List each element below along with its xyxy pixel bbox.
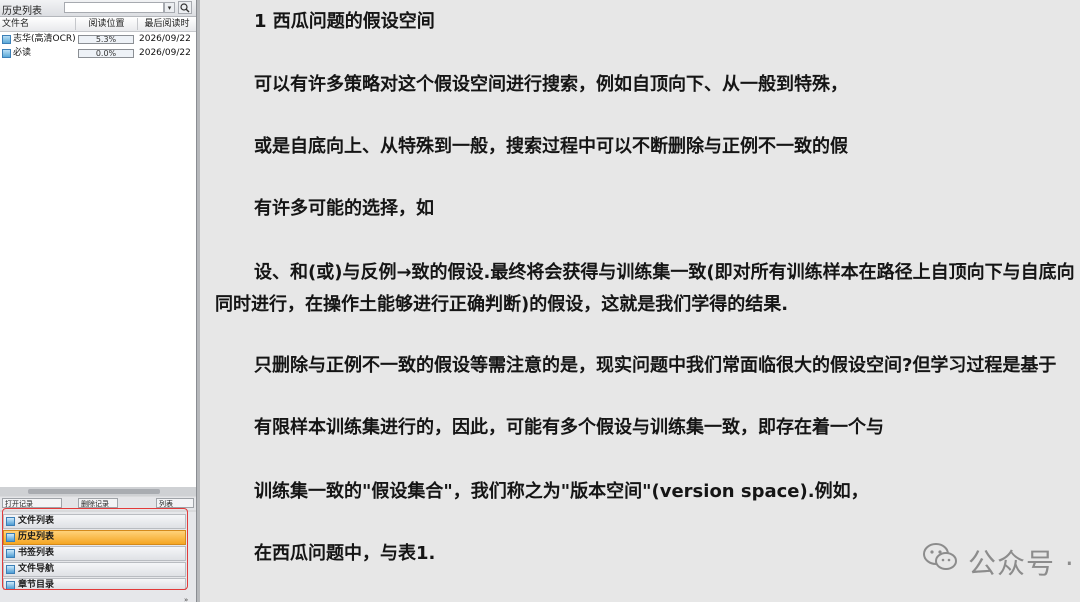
nav-item-label: 书签列表 <box>18 548 55 558</box>
text-line: 1 西瓜问题的假设空间 <box>254 11 435 32</box>
open-records-button[interactable]: 打开记录 <box>2 498 62 508</box>
list-item[interactable]: 必读 0.0% 2026/09/22 <box>0 47 196 60</box>
column-header-filename[interactable]: 文件名 <box>2 18 76 30</box>
scrollbar-thumb[interactable] <box>28 489 160 494</box>
nav-item-label: 文件列表 <box>18 516 55 526</box>
list-button[interactable]: 列表 <box>156 498 194 508</box>
reading-progress: 0.0% <box>78 49 134 58</box>
text-line: 训练集一致的"假设集合"，我们称之为"版本空间"(version space).… <box>254 481 869 502</box>
nav-item-bookmark-list[interactable]: 书签列表 <box>3 546 186 561</box>
nav-item-label: 历史列表 <box>18 532 55 542</box>
search-input[interactable] <box>64 2 164 13</box>
reading-area[interactable]: 1 西瓜问题的假设空间 可以有许多策略对这个假设空间进行搜索，例如自顶向下、从一… <box>197 0 1080 602</box>
book-icon <box>2 49 11 58</box>
more-chevron-icon[interactable]: » <box>184 596 188 604</box>
column-header-last-read[interactable]: 最后阅读时 <box>138 18 196 30</box>
text-line: 可以有许多策略对这个假设空间进行搜索，例如自顶向下、从一般到特殊， <box>254 74 848 95</box>
reading-progress: 5.3% <box>78 35 134 44</box>
horizontal-scrollbar[interactable] <box>0 487 196 496</box>
nav-item-chapter-toc[interactable]: 章节目录 <box>3 578 186 590</box>
panel-title: 历史列表 <box>2 6 42 17</box>
list-item-name: 志华(高清OCR) <box>13 34 75 44</box>
file-list-icon <box>6 517 15 526</box>
text-line: 只删除与正例不一致的假设等需注意的是，现实问题中我们常面临很大的假设空间?但学习… <box>254 355 1057 376</box>
nav-item-label: 文件导航 <box>18 564 55 574</box>
toc-icon <box>6 581 15 589</box>
folder-icon <box>6 565 15 574</box>
navigation-tabs: 文件列表 历史列表 书签列表 文件导航 章节目录 <box>0 512 196 602</box>
text-line: 或是自底向上、从特殊到一般，搜索过程中可以不断删除与正例不一致的假 <box>254 136 848 157</box>
watermark-text: 公众号 · 生产力攻略 <box>968 547 1080 580</box>
text-line: 在西瓜问题中，与表1. <box>254 543 436 564</box>
text-line: 有许多可能的选择，如 <box>254 198 434 219</box>
nav-item-file-list[interactable]: 文件列表 <box>3 514 186 529</box>
list-item-name: 必读 <box>13 48 32 58</box>
magnifier-icon[interactable] <box>178 1 192 14</box>
nav-item-file-navigation[interactable]: 文件导航 <box>3 562 186 577</box>
nav-item-history-list[interactable]: 历史列表 <box>3 530 186 545</box>
panel-toolbar: 打开记录 删除记录 列表 <box>0 497 196 510</box>
delete-records-button[interactable]: 删除记录 <box>78 498 118 508</box>
list-item-last-read: 2026/09/22 <box>139 34 191 44</box>
bookmark-icon <box>6 549 15 558</box>
book-icon <box>2 35 11 44</box>
search-dropdown-icon[interactable]: ▾ <box>164 2 175 13</box>
history-list: 志华(高清OCR) 5.3% 2026/09/22 必读 0.0% 2026/0… <box>0 32 196 487</box>
text-line: 设、和(或)与反例→致的假设.最终将会获得与训练集一致(即对所有训练样本在路径上… <box>254 262 1075 283</box>
list-item-last-read: 2026/09/22 <box>139 48 191 58</box>
column-header-position[interactable]: 阅读位置 <box>76 18 138 30</box>
panel-header: 历史列表 ▾ <box>0 0 196 17</box>
history-icon <box>6 533 15 542</box>
text-line: 同时进行，在操作土能够进行正确判断)的假设，这就是我们学得的结果. <box>215 294 789 315</box>
nav-item-label: 章节目录 <box>18 580 55 590</box>
list-item[interactable]: 志华(高清OCR) 5.3% 2026/09/22 <box>0 33 196 46</box>
text-line: 有限样本训练集进行的，因此，可能有多个假设与训练集一致，即存在着一个与 <box>254 417 884 438</box>
list-header: 文件名 阅读位置 最后阅读时 <box>0 17 196 32</box>
history-panel: 历史列表 ▾ 文件名 阅读位置 最后阅读时 志华(高清OCR) 5.3% 202… <box>0 0 197 604</box>
wechat-icon <box>923 543 957 570</box>
